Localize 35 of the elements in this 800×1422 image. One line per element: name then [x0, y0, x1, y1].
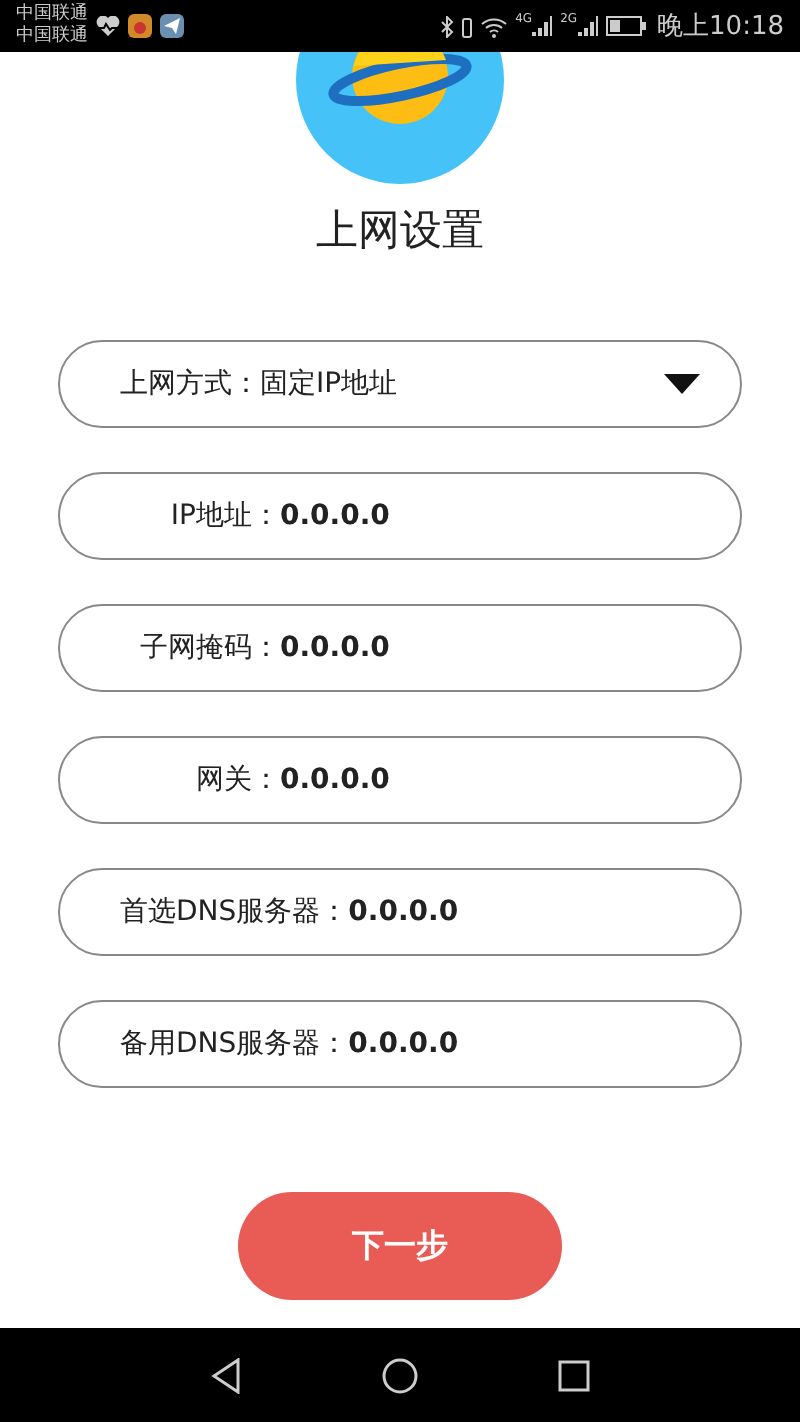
field-label: IP地址： — [168, 498, 280, 534]
dropdown-arrow-icon — [664, 374, 700, 394]
field-label: 网关： — [194, 762, 280, 798]
input-field[interactable]: 备用DNS服务器：0.0.0.0 — [58, 1000, 742, 1088]
input-field[interactable]: IP地址：0.0.0.0 — [58, 472, 742, 560]
signal-icon — [577, 16, 598, 36]
app-icon — [128, 14, 152, 38]
carrier-name: 中国联通 — [16, 26, 88, 48]
wifi-icon — [479, 15, 508, 37]
field-value: 0.0.0.0 — [280, 632, 392, 664]
vibrate-icon — [461, 15, 472, 37]
input-field[interactable]: 子网掩码：0.0.0.0 — [58, 604, 742, 692]
app-icon — [160, 14, 184, 38]
input-field[interactable]: 网关：0.0.0.0 — [58, 736, 742, 824]
field-label: 备用DNS服务器： — [120, 1026, 349, 1062]
clock: 晚上10:18 — [657, 10, 784, 44]
field-label: 上网方式： — [120, 366, 260, 402]
field-value: 0.0.0.0 — [348, 1028, 461, 1060]
heart-rate-icon — [96, 15, 120, 37]
back-icon[interactable] — [210, 1357, 242, 1393]
signal-icon — [532, 16, 553, 36]
connection-type-dropdown[interactable]: 上网方式：固定IP地址 — [58, 340, 742, 428]
field-label: 首选DNS服务器： — [120, 894, 349, 930]
dropdown-value: 固定IP地址 — [260, 366, 400, 402]
input-field[interactable]: 首选DNS服务器：0.0.0.0 — [58, 868, 742, 956]
field-value: 0.0.0.0 — [280, 764, 392, 796]
field-value: 0.0.0.0 — [280, 500, 392, 532]
home-icon[interactable] — [382, 1357, 418, 1393]
carrier-name: 中国联通 — [16, 4, 88, 25]
recent-apps-icon[interactable] — [558, 1359, 590, 1391]
field-label: 子网掩码： — [138, 630, 280, 666]
page-title: 上网设置 — [316, 204, 484, 256]
field-value: 0.0.0.0 — [348, 896, 461, 928]
battery-icon — [605, 16, 646, 36]
bluetooth-icon — [439, 15, 454, 37]
